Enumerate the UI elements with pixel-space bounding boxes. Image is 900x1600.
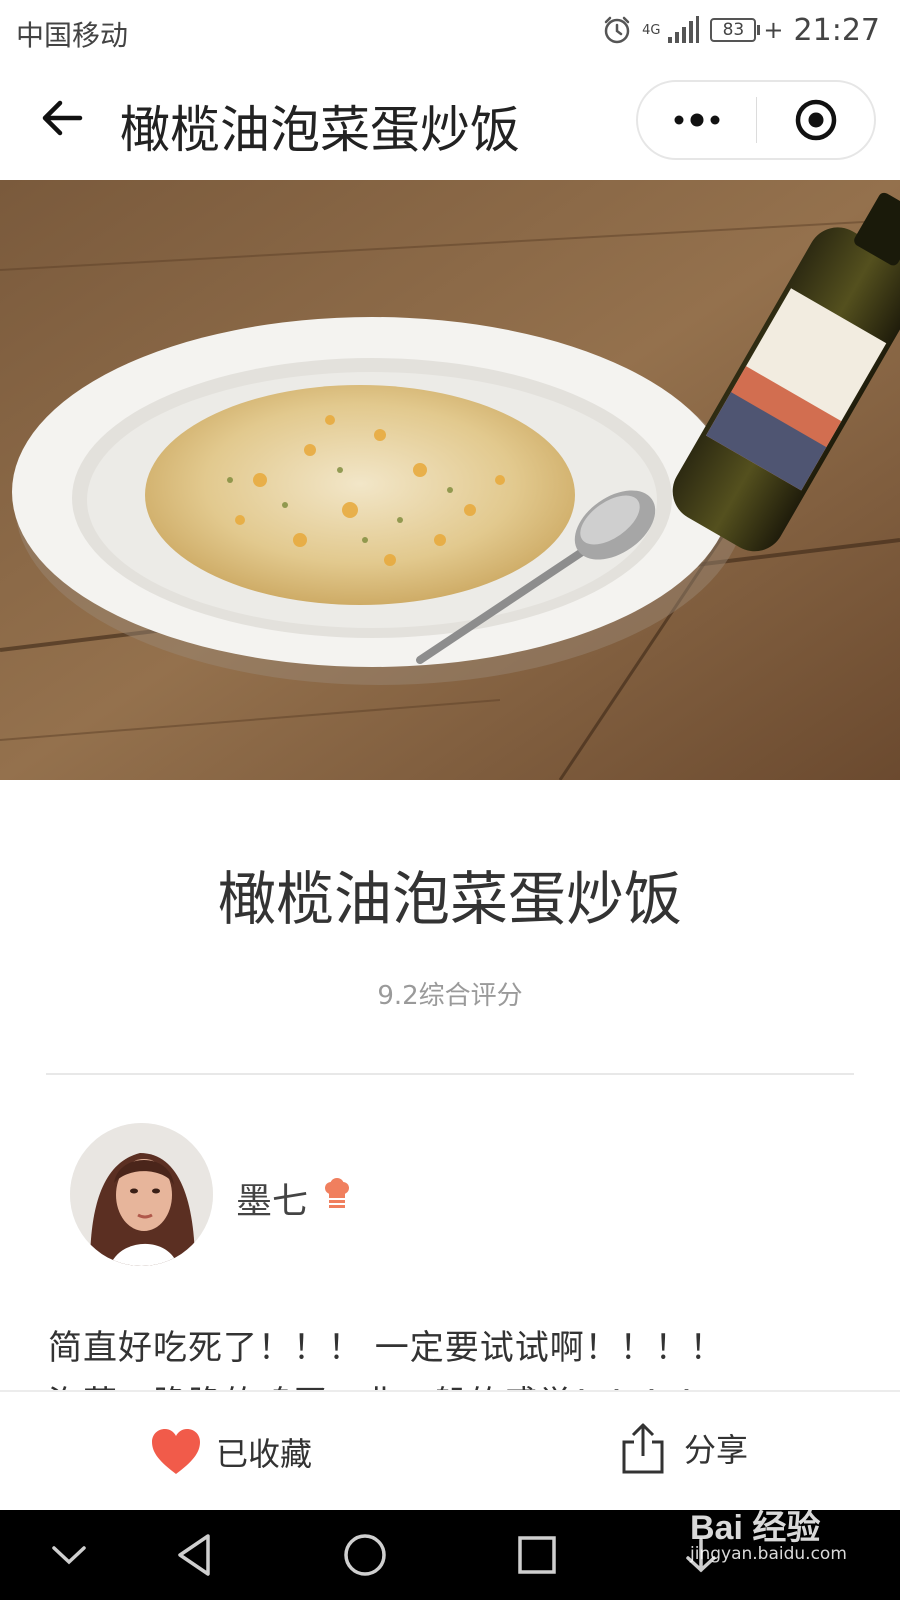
signal-icon xyxy=(668,16,700,43)
section-divider xyxy=(46,1073,854,1075)
baidu-jingyan-watermark: Bai 经验 jingyan.baidu.com xyxy=(690,1500,847,1564)
share-icon xyxy=(622,1423,664,1474)
recipe-description-line: 简直好吃死了！！！ 一定要试试啊！！！！ xyxy=(48,1328,725,1368)
share-button[interactable]: 分享 xyxy=(620,1416,748,1480)
mini-program-capsule xyxy=(636,80,876,160)
charging-icon: + xyxy=(763,16,784,44)
more-button[interactable] xyxy=(638,82,756,158)
recipe-title: 橄榄油泡菜蛋炒饭 xyxy=(217,865,682,933)
share-label: 分享 xyxy=(684,1431,749,1469)
favorite-label: 已收藏 xyxy=(216,1435,313,1473)
battery-tip xyxy=(757,25,761,35)
nav-back-icon[interactable] xyxy=(170,1530,220,1580)
recipe-hero-image xyxy=(0,180,900,780)
alarm-icon xyxy=(604,16,630,44)
recipe-rating: 9.2综合评分 xyxy=(377,981,523,1011)
status-bar: 中国移动 4G 83 + 21:27 xyxy=(0,0,900,62)
battery-level: 83 xyxy=(710,18,757,42)
more-dots-icon xyxy=(674,113,720,127)
avatar[interactable] xyxy=(70,1123,213,1266)
network-label: 4G xyxy=(642,22,661,38)
nav-home-icon[interactable] xyxy=(340,1530,390,1580)
watermark-url: jingyan.baidu.com xyxy=(690,1544,847,1564)
fried-rice-photo xyxy=(0,180,900,780)
nav-recent-icon[interactable] xyxy=(512,1530,562,1580)
favorite-button[interactable]: 已收藏 xyxy=(150,1420,312,1484)
status-icons: 4G 83 + 21:27 xyxy=(602,12,880,48)
back-button[interactable] xyxy=(36,92,88,144)
watermark-logo: Bai 经验 xyxy=(690,1509,821,1547)
author-avatar-image xyxy=(70,1123,213,1266)
chevron-down-icon[interactable] xyxy=(44,1530,94,1580)
carrier-name: 中国移动 xyxy=(16,19,129,52)
battery-icon: 83 + xyxy=(710,16,784,44)
heart-icon xyxy=(152,1429,200,1474)
close-button[interactable] xyxy=(757,82,874,158)
chef-hat-icon xyxy=(325,1178,349,1208)
page-title: 橄榄油泡菜蛋炒饭 xyxy=(120,101,520,159)
back-arrow-icon xyxy=(42,100,83,136)
author-name[interactable]: 墨七 xyxy=(236,1172,308,1224)
title-bar: 橄榄油泡菜蛋炒饭 xyxy=(0,62,900,180)
target-close-icon xyxy=(795,99,836,141)
clock: 21:27 xyxy=(793,12,880,48)
network-type: 4G xyxy=(642,24,660,37)
bottom-action-bar: 已收藏 分享 xyxy=(0,1390,900,1510)
